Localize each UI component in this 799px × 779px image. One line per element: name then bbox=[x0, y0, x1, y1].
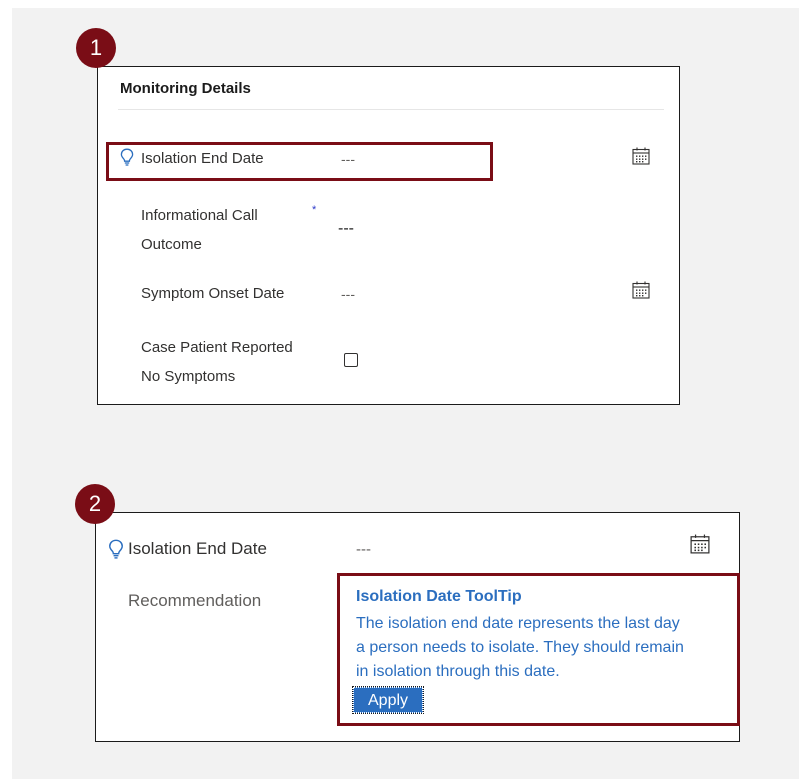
marker-2: 2 bbox=[75, 484, 115, 524]
calendar-icon[interactable] bbox=[632, 281, 650, 299]
tooltip-title: Isolation Date ToolTip bbox=[356, 588, 522, 605]
calendar-icon[interactable] bbox=[690, 534, 710, 554]
tooltip-recommendation: Isolation Date ToolTip The isolation end… bbox=[337, 573, 740, 726]
call-outcome-value[interactable]: --- bbox=[338, 220, 354, 238]
tooltip-example-panel: Isolation End Date --- Recommendation Is… bbox=[95, 512, 740, 742]
isolation-end-date-label: Isolation End Date bbox=[128, 539, 267, 558]
isolation-end-date-value[interactable]: --- bbox=[356, 541, 371, 558]
symptom-onset-date-label: Symptom Onset Date bbox=[141, 285, 285, 302]
marker-1: 1 bbox=[76, 28, 116, 68]
apply-button[interactable]: Apply bbox=[351, 686, 425, 714]
section-title: Monitoring Details bbox=[120, 80, 251, 97]
monitoring-details-panel: Monitoring Details Isolation End Date --… bbox=[97, 66, 680, 405]
highlight-isolation-row bbox=[106, 142, 493, 181]
call-outcome-label: Informational Call Outcome bbox=[141, 207, 258, 253]
bulb-icon bbox=[109, 539, 123, 559]
calendar-icon[interactable] bbox=[632, 147, 650, 165]
no-symptoms-checkbox[interactable] bbox=[344, 353, 358, 367]
tooltip-body: The isolation end date represents the la… bbox=[356, 615, 684, 680]
required-indicator: * bbox=[312, 204, 317, 216]
symptom-onset-date-value[interactable]: --- bbox=[341, 286, 355, 302]
recommendation-label: Recommendation bbox=[128, 591, 262, 610]
no-symptoms-label: Case Patient Reported No Symptoms bbox=[141, 339, 293, 385]
section-divider bbox=[118, 109, 664, 110]
